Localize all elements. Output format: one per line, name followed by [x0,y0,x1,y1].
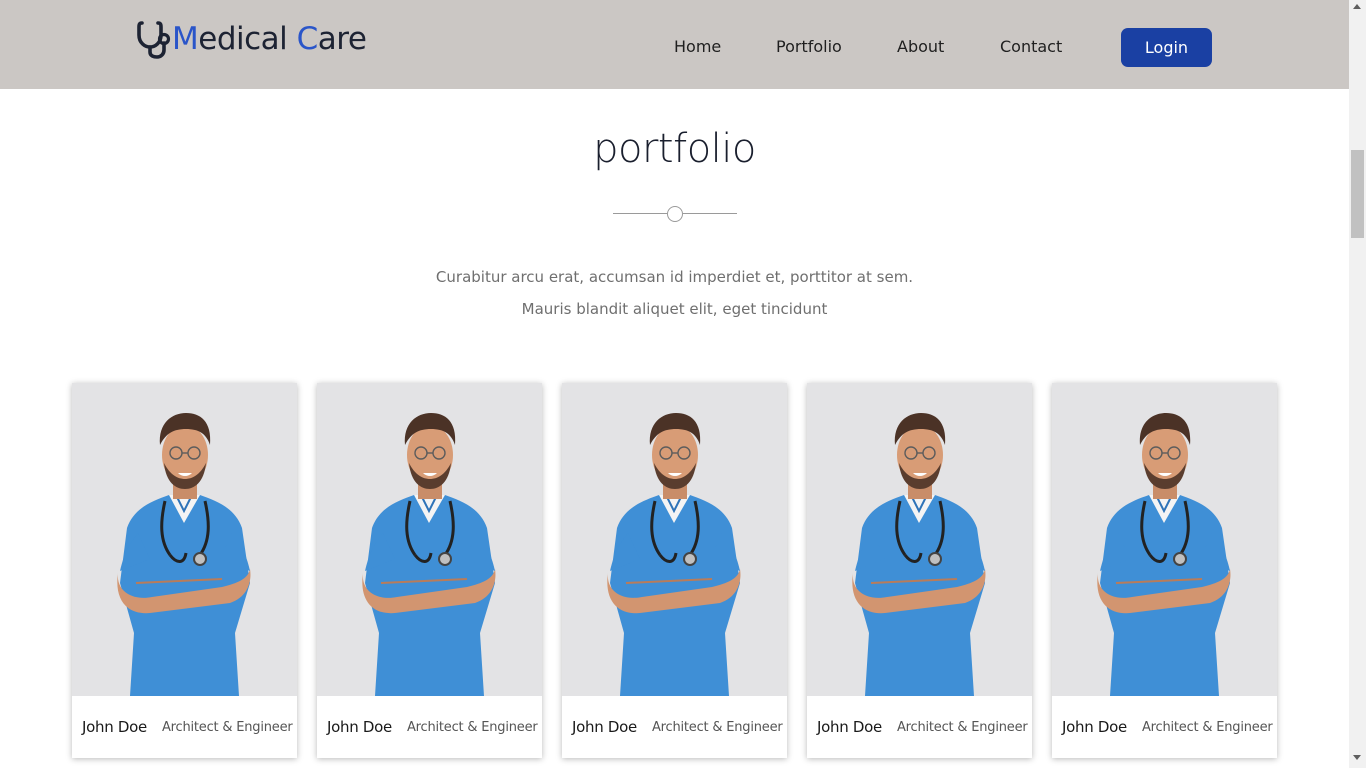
nav-home[interactable]: Home [674,29,721,65]
section-description-line-2: Mauris blandit aliquet elit, eget tincid… [521,300,828,318]
card-info: John Doe Architect & Engineer [317,696,542,758]
title-divider [613,205,737,223]
card-role: Architect & Engineer [161,719,293,735]
card-info: John Doe Architect & Engineer [1052,696,1277,758]
card-photo [1052,383,1277,696]
section-title: portfolio [593,126,756,172]
portfolio-card[interactable]: John Doe Architect & Engineer [72,383,297,758]
doctor-photo [1052,383,1277,696]
portfolio-card[interactable]: John Doe Architect & Engineer [562,383,787,758]
stethoscope-icon [137,21,171,59]
portfolio-card[interactable]: John Doe Architect & Engineer [317,383,542,758]
card-photo [72,383,297,696]
card-photo [807,383,1032,696]
login-button[interactable]: Login [1121,28,1212,67]
divider-line-left [613,213,667,214]
brand-logo[interactable]: Medical Care [137,18,367,60]
card-info: John Doe Architect & Engineer [562,696,787,758]
brand-initial-c: C [296,21,319,57]
doctor-photo [317,383,542,696]
card-name: John Doe [817,718,882,736]
card-info: John Doe Architect & Engineer [807,696,1032,758]
brand-name: Medical Care [172,18,367,60]
brand-word-1: edical [198,21,288,57]
card-role: Architect & Engineer [406,719,538,735]
portfolio-card[interactable]: John Doe Architect & Engineer [1052,383,1277,758]
card-name: John Doe [1062,718,1127,736]
card-photo [317,383,542,696]
doctor-photo [807,383,1032,696]
brand-space [287,21,296,57]
card-name: John Doe [572,718,637,736]
top-navbar: Medical Care Home Portfolio About Contac… [0,0,1349,89]
section-description-line-1: Curabitur arcu erat, accumsan id imperdi… [435,268,914,286]
portfolio-card[interactable]: John Doe Architect & Engineer [807,383,1032,758]
card-info: John Doe Architect & Engineer [72,696,297,758]
card-role: Architect & Engineer [896,719,1028,735]
vertical-scrollbar[interactable] [1349,0,1366,768]
doctor-photo [72,383,297,696]
nav-contact[interactable]: Contact [1000,29,1062,65]
scroll-up-arrow-icon[interactable] [1353,4,1361,9]
scroll-down-arrow-icon[interactable] [1353,755,1361,760]
scroll-thumb[interactable] [1351,150,1364,238]
doctor-photo [562,383,787,696]
divider-line-right [683,213,737,214]
nav-about[interactable]: About [897,29,944,65]
nav-portfolio[interactable]: Portfolio [776,29,842,65]
card-name: John Doe [82,718,147,736]
card-role: Architect & Engineer [1141,719,1273,735]
card-photo [562,383,787,696]
brand-word-2: are [317,21,367,57]
card-role: Architect & Engineer [651,719,783,735]
card-name: John Doe [327,718,392,736]
brand-initial-m: M [172,21,199,57]
divider-circle-icon [667,206,683,222]
